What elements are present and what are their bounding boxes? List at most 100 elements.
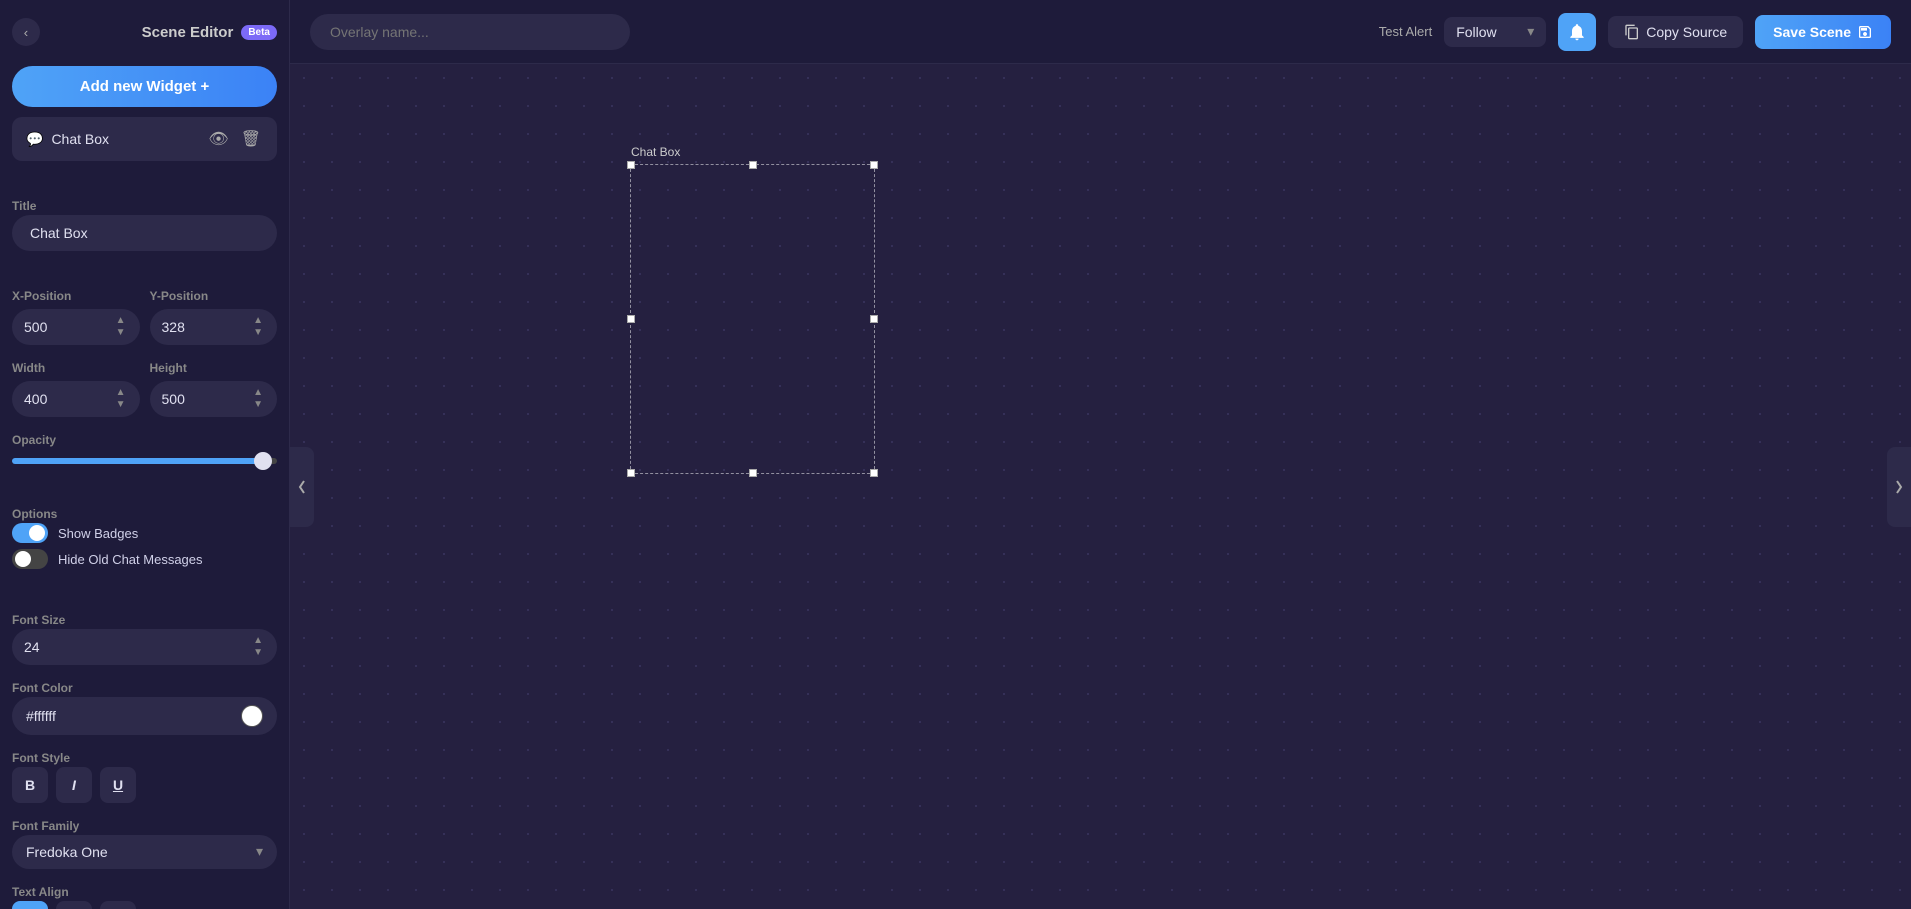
show-badges-row: Show Badges	[12, 523, 277, 543]
beta-badge: Beta	[241, 25, 277, 40]
options-section: Options Show Badges Hide Old Chat Messag…	[12, 501, 277, 575]
font-family-select[interactable]: Fredoka One Arial Roboto	[26, 844, 256, 860]
width-spinners: ▲ ▼	[114, 387, 128, 411]
opacity-label: Opacity	[12, 433, 277, 447]
height-down[interactable]: ▼	[251, 399, 265, 411]
copy-source-button[interactable]: Copy Source	[1608, 16, 1743, 48]
handle-top-center[interactable]	[749, 161, 757, 169]
follow-select-wrap: Follow Subscribe Raid Donation	[1444, 17, 1546, 47]
opacity-slider[interactable]	[12, 458, 277, 464]
x-pos-label: X-Position	[12, 289, 140, 303]
font-style-label: Font Style	[12, 751, 277, 765]
canvas-widget-label: Chat Box	[631, 145, 680, 159]
font-style-section: Font Style B I U	[12, 745, 277, 803]
bold-button[interactable]: B	[12, 767, 48, 803]
widget-item-chatbox[interactable]: Chat Box 👁 🗑	[12, 117, 277, 161]
x-pos-up[interactable]: ▲	[114, 315, 128, 327]
font-color-dot[interactable]	[241, 705, 263, 727]
canvas-area: Chat Box	[290, 64, 1911, 909]
left-tab[interactable]	[290, 447, 314, 527]
x-position-section: X-Position ▲ ▼	[12, 283, 140, 345]
hide-old-messages-row: Hide Old Chat Messages	[12, 549, 277, 569]
height-up[interactable]: ▲	[251, 387, 265, 399]
overlay-name-input[interactable]	[310, 14, 630, 50]
font-size-label: Font Size	[12, 613, 277, 627]
copy-source-label: Copy Source	[1646, 24, 1727, 40]
widget-item-actions: 👁 🗑	[206, 127, 263, 151]
underline-button[interactable]: U	[100, 767, 136, 803]
align-right-button[interactable]	[100, 901, 136, 909]
font-size-up[interactable]: ▲	[251, 635, 265, 647]
test-alert-label: Test Alert	[1379, 24, 1432, 39]
y-pos-input[interactable]	[162, 319, 222, 335]
add-widget-label: Add new Widget +	[80, 78, 209, 95]
italic-button[interactable]: I	[56, 767, 92, 803]
x-pos-down[interactable]: ▼	[114, 327, 128, 339]
right-tab-icon	[1894, 479, 1904, 495]
width-down[interactable]: ▼	[114, 399, 128, 411]
add-widget-button[interactable]: Add new Widget +	[12, 66, 277, 107]
sidebar: ‹ Scene Editor Beta Add new Widget + Cha…	[0, 0, 290, 909]
canvas-chatbox-widget[interactable]: Chat Box	[630, 164, 875, 474]
width-section: Width ▲ ▼	[12, 355, 140, 417]
widget-delete-button[interactable]: 🗑	[239, 127, 263, 151]
font-color-section: Font Color #ffffff	[12, 675, 277, 735]
font-color-label: Font Color	[12, 681, 277, 695]
height-input[interactable]	[162, 391, 222, 407]
font-size-down[interactable]: ▼	[251, 647, 265, 659]
font-size-input[interactable]	[24, 639, 124, 655]
x-pos-input[interactable]	[24, 319, 84, 335]
text-align-section: Text Align	[12, 879, 277, 909]
handle-bottom-right[interactable]	[870, 469, 878, 477]
main-area: Test Alert Follow Subscribe Raid Donatio…	[290, 0, 1911, 909]
chat-icon	[26, 131, 43, 148]
handle-bottom-left[interactable]	[627, 469, 635, 477]
align-center-button[interactable]	[56, 901, 92, 909]
y-pos-spinners: ▲ ▼	[251, 315, 265, 339]
show-badges-toggle[interactable]	[12, 523, 48, 543]
opacity-slider-wrap	[12, 451, 277, 469]
hide-old-messages-thumb	[15, 551, 31, 567]
bell-button[interactable]	[1558, 13, 1596, 51]
height-label: Height	[150, 361, 278, 375]
y-pos-down[interactable]: ▼	[251, 327, 265, 339]
save-scene-button[interactable]: Save Scene	[1755, 15, 1891, 49]
bell-icon	[1567, 22, 1587, 42]
width-up[interactable]: ▲	[114, 387, 128, 399]
topbar-right: Test Alert Follow Subscribe Raid Donatio…	[1379, 13, 1891, 51]
x-pos-spinners: ▲ ▼	[114, 315, 128, 339]
back-button[interactable]: ‹	[12, 18, 40, 46]
hide-old-messages-toggle[interactable]	[12, 549, 48, 569]
save-icon	[1857, 24, 1873, 40]
save-scene-label: Save Scene	[1773, 24, 1851, 40]
right-tab[interactable]	[1887, 447, 1911, 527]
height-spinners: ▲ ▼	[251, 387, 265, 411]
widget-visibility-button[interactable]: 👁	[206, 127, 230, 151]
height-input-wrap: ▲ ▼	[150, 381, 278, 417]
handle-bottom-center[interactable]	[749, 469, 757, 477]
font-family-chevron	[256, 843, 263, 861]
handle-top-right[interactable]	[870, 161, 878, 169]
font-size-spinners: ▲ ▼	[251, 635, 265, 659]
width-input-wrap: ▲ ▼	[12, 381, 140, 417]
widget-item-left: Chat Box	[26, 131, 109, 148]
handle-middle-right[interactable]	[870, 315, 878, 323]
show-badges-label: Show Badges	[58, 526, 138, 541]
font-family-section: Font Family Fredoka One Arial Roboto	[12, 813, 277, 869]
title-input[interactable]	[12, 215, 277, 251]
y-pos-up[interactable]: ▲	[251, 315, 265, 327]
title-label: Title	[12, 199, 277, 213]
width-input[interactable]	[24, 391, 84, 407]
y-position-section: Y-Position ▲ ▼	[150, 283, 278, 345]
sidebar-header: ‹ Scene Editor Beta	[12, 12, 277, 56]
handle-middle-left[interactable]	[627, 315, 635, 323]
width-label: Width	[12, 361, 140, 375]
handle-top-left[interactable]	[627, 161, 635, 169]
position-row: X-Position ▲ ▼ Y-Position ▲ ▼	[12, 283, 277, 345]
align-left-button[interactable]	[12, 901, 48, 909]
x-pos-input-wrap: ▲ ▼	[12, 309, 140, 345]
y-pos-input-wrap: ▲ ▼	[150, 309, 278, 345]
options-label: Options	[12, 507, 277, 521]
topbar: Test Alert Follow Subscribe Raid Donatio…	[290, 0, 1911, 64]
follow-select[interactable]: Follow Subscribe Raid Donation	[1456, 24, 1519, 40]
